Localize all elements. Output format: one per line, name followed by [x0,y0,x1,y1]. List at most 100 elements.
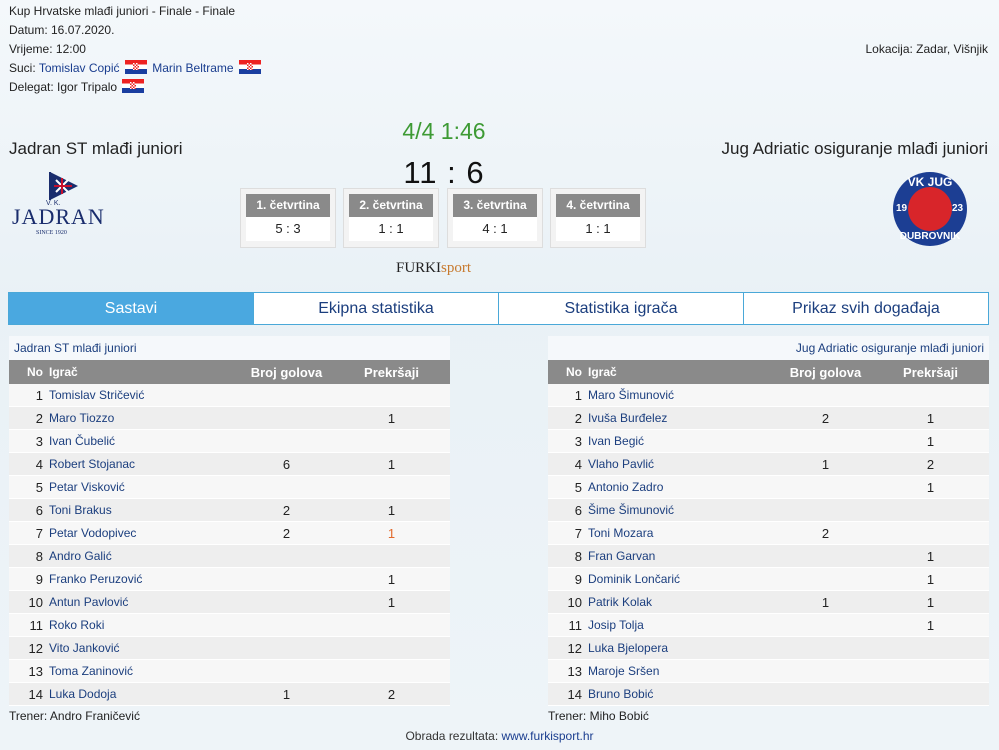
player-fouls: 1 [926,479,935,495]
player-name-link[interactable]: Luka Dodoja [49,687,239,701]
vk-jug-logo-top: VK JUG [907,175,953,189]
player-number: 9 [35,571,43,587]
player-name-link[interactable]: Toma Zaninović [49,664,239,678]
player-name-link[interactable]: Vito Janković [49,641,239,655]
player-name-link[interactable]: Tomislav Stričević [49,388,239,402]
table-row: 10 Patrik Kolak 1 1 [548,591,989,614]
match-location: Lokacija: Zadar, Višnjik [865,42,988,56]
player-name-link[interactable]: Petar Vodopivec [49,526,239,540]
match-date: Datum: 16.07.2020. [9,23,115,37]
player-name-link[interactable]: Šime Šimunović [588,503,778,517]
player-goals: 2 [821,525,830,541]
furkisport-logo-b: sport [441,260,472,276]
player-name-link[interactable]: Robert Stojanac [49,457,239,471]
player-number: 6 [35,502,43,518]
table-row: 5 Petar Visković [9,476,450,499]
table-row: 7 Toni Mozara 2 [548,522,989,545]
tab-ekipna-statistika[interactable]: Ekipna statistika [253,292,499,325]
player-name-link[interactable]: Maroje Sršen [588,664,778,678]
referee-2-link[interactable]: Marin Beltrame [152,61,233,75]
table-row: 9 Franko Peruzović 1 [9,568,450,591]
away-rows: 1 Maro Šimunović 2 Ivuša Burđelez 2 1 3 Ivan Be… [548,384,989,706]
quarter-label: 4. četvrtina [556,194,640,217]
player-name-link[interactable]: Toni Brakus [49,503,239,517]
player-goals: 1 [821,456,830,472]
player-number: 14 [567,686,582,702]
table-row: 6 Toni Brakus 2 1 [9,499,450,522]
player-number: 10 [567,594,582,610]
quarter-label: 2. četvrtina [349,194,433,217]
player-name-link[interactable]: Franko Peruzović [49,572,239,586]
table-row: 1 Tomislav Stričević [9,384,450,407]
player-name-link[interactable]: Fran Garvan [588,549,778,563]
player-name-link[interactable]: Maro Tiozzo [49,411,239,425]
player-number: 4 [574,456,582,472]
player-fouls: 1 [387,594,396,610]
player-name-link[interactable]: Josip Tolja [588,618,778,632]
quarter-4: 4. četvrtina 1 : 1 [550,188,646,248]
tab-sastavi[interactable]: Sastavi [8,292,254,325]
delegate-name: Igor Tripalo [57,80,118,94]
col-no: No [566,365,582,379]
table-header: No Igrač Broj golova Prekršaji [548,360,989,384]
player-name-link[interactable]: Petar Visković [49,480,239,494]
table-row: 10 Antun Pavlović 1 [9,591,450,614]
vk-jug-logo: VK JUG 19 23 DUBROVNIK [891,163,969,256]
table-row: 7 Petar Vodopivec 2 1 [9,522,450,545]
player-fouls: 1 [387,525,396,541]
player-name-link[interactable]: Maro Šimunović [588,388,778,402]
quarter-score: 1 : 1 [349,217,433,241]
referee-1-link[interactable]: Tomislav Copić [39,61,120,75]
player-number: 2 [574,410,582,426]
competition-name: Kup Hrvatske mlađi juniori - Finale - Fi… [9,4,236,18]
home-rows: 1 Tomislav Stričević 2 Maro Tiozzo 1 3 Ivan Ču… [9,384,450,706]
player-name-link[interactable]: Luka Bjelopera [588,641,778,655]
col-no: No [27,365,43,379]
player-number: 12 [567,640,582,656]
vk-jug-logo-right: 23 [952,203,964,214]
match-info: Kup Hrvatske mlađi juniori - Finale - Fi… [9,2,263,97]
player-name-link[interactable]: Ivan Čubelić [49,434,239,448]
player-name-link[interactable]: Ivan Begić [588,434,778,448]
player-name-link[interactable]: Ivuša Burđelez [588,411,778,425]
player-goals: 2 [821,410,830,426]
player-number: 7 [574,525,582,541]
player-fouls: 1 [387,410,396,426]
table-row: 13 Maroje Sršen [548,660,989,683]
player-name-link[interactable]: Antonio Zadro [588,480,778,494]
player-name-link[interactable]: Toni Mozara [588,526,778,540]
vk-jug-logo-bottom: DUBROVNIK [899,231,961,242]
player-number: 3 [574,433,582,449]
player-number: 1 [574,387,582,403]
player-name-link[interactable]: Dominik Lončarić [588,572,778,586]
footer-label: Obrada rezultata: [405,729,499,743]
player-number: 5 [574,479,582,495]
period-clock: 4/4 1:46 [402,118,486,144]
table-row: 2 Maro Tiozzo 1 [9,407,450,430]
tab-statistika-igraca[interactable]: Statistika igrača [498,292,744,325]
col-fouls: Prekršaji [364,364,419,380]
quarter-2: 2. četvrtina 1 : 1 [343,188,439,248]
player-name-link[interactable]: Bruno Bobić [588,687,778,701]
player-number: 9 [574,571,582,587]
player-fouls: 1 [387,456,396,472]
table-row: 14 Luka Dodoja 1 2 [9,683,450,706]
away-roster-table: Jug Adriatic osiguranje mlađi juniori No… [548,336,989,706]
table-row: 3 Ivan Begić 1 [548,430,989,453]
player-goals: 1 [282,686,291,702]
player-goals: 6 [282,456,291,472]
player-name-link[interactable]: Patrik Kolak [588,595,778,609]
table-row: 5 Antonio Zadro 1 [548,476,989,499]
player-name-link[interactable]: Vlaho Pavlić [588,457,778,471]
match-time: Vrijeme: 12:00 [9,42,86,56]
quarter-label: 1. četvrtina [246,194,330,217]
table-header: No Igrač Broj golova Prekršaji [9,360,450,384]
player-name-link[interactable]: Roko Roki [49,618,239,632]
player-fouls: 2 [387,686,396,702]
tab-prikaz-dogadaja[interactable]: Prikaz svih događaja [743,292,989,325]
table-row: 8 Andro Galić [9,545,450,568]
table-row: 9 Dominik Lončarić 1 [548,568,989,591]
player-name-link[interactable]: Andro Galić [49,549,239,563]
furkisport-link[interactable]: www.furkisport.hr [502,729,594,743]
player-name-link[interactable]: Antun Pavlović [49,595,239,609]
